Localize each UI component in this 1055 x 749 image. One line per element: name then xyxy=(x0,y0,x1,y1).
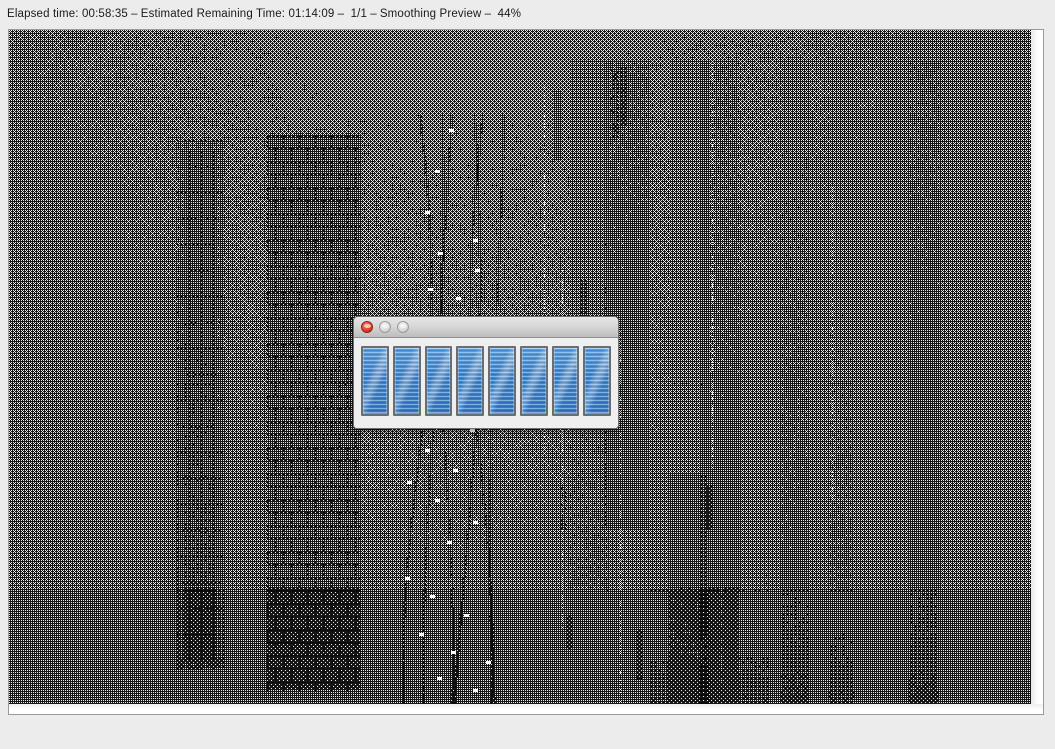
bucket-progress-bar xyxy=(551,346,580,416)
render-stage-label: Smoothing Preview xyxy=(379,7,482,20)
status-separator-2: – xyxy=(334,7,348,20)
bucket-progress-bar xyxy=(519,346,548,416)
close-icon[interactable] xyxy=(361,321,373,333)
bucket-progress-bar xyxy=(424,346,453,416)
bucket-progress-bar xyxy=(392,346,421,416)
bucket-progress-bar xyxy=(361,346,389,416)
progress-percent: 44% xyxy=(497,7,522,20)
bucket-bars-container xyxy=(354,338,618,428)
status-separator-4: – xyxy=(481,7,495,20)
remaining-time-value: 01:14:09 xyxy=(288,7,335,20)
window-titlebar[interactable] xyxy=(354,317,618,338)
bucket-progress-bar xyxy=(583,346,611,416)
render-status-bar: Elapsed time: 00:58:35 – Estimated Remai… xyxy=(0,0,1055,27)
elapsed-time-value: 00:58:35 xyxy=(81,7,128,20)
elapsed-time-label: Elapsed time: xyxy=(7,7,79,20)
status-separator-3: – xyxy=(367,7,380,20)
frame-counter: 1/1 xyxy=(350,7,368,20)
bucket-progress-bar xyxy=(456,346,484,416)
minimize-icon[interactable] xyxy=(379,321,391,333)
bucket-progress-bar xyxy=(488,346,516,416)
maximize-icon[interactable] xyxy=(397,321,409,333)
unrendered-right-strip xyxy=(1031,30,1043,714)
remaining-time-label: Estimated Remaining Time: xyxy=(140,7,286,20)
render-buckets-window[interactable] xyxy=(353,316,619,429)
unrendered-bottom-strip xyxy=(9,704,1043,714)
status-separator-1: – xyxy=(127,7,141,20)
